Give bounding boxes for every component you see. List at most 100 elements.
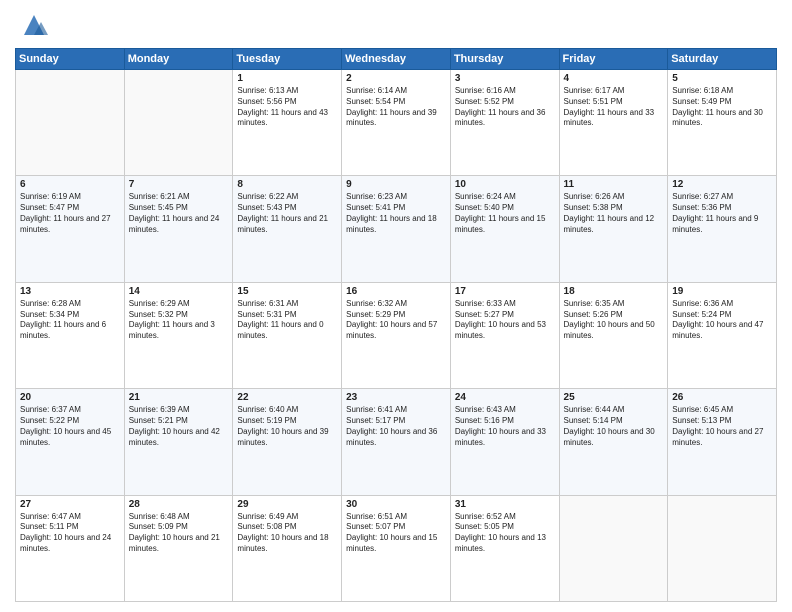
day-cell: 28 Sunrise: 6:48 AM Sunset: 5:09 PM Dayli… — [124, 495, 233, 601]
day-number: 30 — [346, 499, 446, 510]
weekday-friday: Friday — [559, 49, 668, 70]
day-info: Sunrise: 6:33 AM Sunset: 5:27 PM Dayligh… — [455, 299, 555, 342]
day-info: Sunrise: 6:47 AM Sunset: 5:11 PM Dayligh… — [20, 512, 120, 555]
day-info: Sunrise: 6:14 AM Sunset: 5:54 PM Dayligh… — [346, 86, 446, 129]
day-cell: 9 Sunrise: 6:23 AM Sunset: 5:41 PM Daylig… — [342, 176, 451, 282]
day-info: Sunrise: 6:48 AM Sunset: 5:09 PM Dayligh… — [129, 512, 229, 555]
day-cell: 1 Sunrise: 6:13 AM Sunset: 5:56 PM Daylig… — [233, 70, 342, 176]
day-info: Sunrise: 6:39 AM Sunset: 5:21 PM Dayligh… — [129, 405, 229, 448]
day-cell: 17 Sunrise: 6:33 AM Sunset: 5:27 PM Dayli… — [450, 282, 559, 388]
day-number: 12 — [672, 179, 772, 190]
day-cell: 19 Sunrise: 6:36 AM Sunset: 5:24 PM Dayli… — [668, 282, 777, 388]
day-cell — [16, 70, 125, 176]
day-cell: 21 Sunrise: 6:39 AM Sunset: 5:21 PM Dayli… — [124, 389, 233, 495]
day-info: Sunrise: 6:31 AM Sunset: 5:31 PM Dayligh… — [237, 299, 337, 342]
day-number: 10 — [455, 179, 555, 190]
day-info: Sunrise: 6:21 AM Sunset: 5:45 PM Dayligh… — [129, 192, 229, 235]
day-info: Sunrise: 6:17 AM Sunset: 5:51 PM Dayligh… — [564, 86, 664, 129]
day-number: 26 — [672, 392, 772, 403]
day-cell: 29 Sunrise: 6:49 AM Sunset: 5:08 PM Dayli… — [233, 495, 342, 601]
day-number: 28 — [129, 499, 229, 510]
day-number: 6 — [20, 179, 120, 190]
day-number: 31 — [455, 499, 555, 510]
day-info: Sunrise: 6:13 AM Sunset: 5:56 PM Dayligh… — [237, 86, 337, 129]
day-info: Sunrise: 6:26 AM Sunset: 5:38 PM Dayligh… — [564, 192, 664, 235]
day-number: 22 — [237, 392, 337, 403]
day-cell: 7Sunrise: 6:21 AM Sunset: 5:45 PM Daylig… — [124, 176, 233, 282]
day-info: Sunrise: 6:27 AM Sunset: 5:36 PM Dayligh… — [672, 192, 772, 235]
day-info: Sunrise: 6:16 AM Sunset: 5:52 PM Dayligh… — [455, 86, 555, 129]
calendar-table: SundayMondayTuesdayWednesdayThursdayFrid… — [15, 48, 777, 602]
day-number: 13 — [20, 286, 120, 297]
day-cell: 22Sunrise: 6:40 AM Sunset: 5:19 PM Dayli… — [233, 389, 342, 495]
day-number: 18 — [564, 286, 664, 297]
logo-icon — [19, 10, 49, 40]
weekday-thursday: Thursday — [450, 49, 559, 70]
day-number: 8 — [237, 179, 337, 190]
day-info: Sunrise: 6:19 AM Sunset: 5:47 PM Dayligh… — [20, 192, 120, 235]
day-info: Sunrise: 6:35 AM Sunset: 5:26 PM Dayligh… — [564, 299, 664, 342]
day-number: 9 — [346, 179, 446, 190]
day-info: Sunrise: 6:45 AM Sunset: 5:13 PM Dayligh… — [672, 405, 772, 448]
day-cell: 13 Sunrise: 6:28 AM Sunset: 5:34 PM Dayli… — [16, 282, 125, 388]
day-info: Sunrise: 6:28 AM Sunset: 5:34 PM Dayligh… — [20, 299, 120, 342]
day-cell: 27 Sunrise: 6:47 AM Sunset: 5:11 PM Dayli… — [16, 495, 125, 601]
day-number: 16 — [346, 286, 446, 297]
day-cell: 25 Sunrise: 6:44 AM Sunset: 5:14 PM Dayli… — [559, 389, 668, 495]
day-cell: 11Sunrise: 6:26 AM Sunset: 5:38 PM Dayli… — [559, 176, 668, 282]
day-info: Sunrise: 6:51 AM Sunset: 5:07 PM Dayligh… — [346, 512, 446, 555]
day-cell: 14 Sunrise: 6:29 AM Sunset: 5:32 PM Dayli… — [124, 282, 233, 388]
day-cell: 15 Sunrise: 6:31 AM Sunset: 5:31 PM Dayli… — [233, 282, 342, 388]
day-cell: 2 Sunrise: 6:14 AM Sunset: 5:54 PM Daylig… — [342, 70, 451, 176]
week-row-2: 6 Sunrise: 6:19 AM Sunset: 5:47 PM Daylig… — [16, 176, 777, 282]
week-row-5: 27 Sunrise: 6:47 AM Sunset: 5:11 PM Dayli… — [16, 495, 777, 601]
day-cell: 24 Sunrise: 6:43 AM Sunset: 5:16 PM Dayli… — [450, 389, 559, 495]
day-cell: 23Sunrise: 6:41 AM Sunset: 5:17 PM Dayli… — [342, 389, 451, 495]
day-number: 15 — [237, 286, 337, 297]
day-info: Sunrise: 6:41 AM Sunset: 5:17 PM Dayligh… — [346, 405, 446, 448]
day-cell: 5Sunrise: 6:18 AM Sunset: 5:49 PM Daylig… — [668, 70, 777, 176]
day-cell: 8Sunrise: 6:22 AM Sunset: 5:43 PM Daylig… — [233, 176, 342, 282]
day-cell: 3 Sunrise: 6:16 AM Sunset: 5:52 PM Daylig… — [450, 70, 559, 176]
day-cell: 26 Sunrise: 6:45 AM Sunset: 5:13 PM Dayli… — [668, 389, 777, 495]
day-number: 27 — [20, 499, 120, 510]
day-cell: 18 Sunrise: 6:35 AM Sunset: 5:26 PM Dayli… — [559, 282, 668, 388]
day-info: Sunrise: 6:29 AM Sunset: 5:32 PM Dayligh… — [129, 299, 229, 342]
day-info: Sunrise: 6:44 AM Sunset: 5:14 PM Dayligh… — [564, 405, 664, 448]
day-number: 1 — [237, 73, 337, 84]
day-cell: 30 Sunrise: 6:51 AM Sunset: 5:07 PM Dayli… — [342, 495, 451, 601]
day-cell — [559, 495, 668, 601]
day-number: 29 — [237, 499, 337, 510]
day-cell: 10 Sunrise: 6:24 AM Sunset: 5:40 PM Dayli… — [450, 176, 559, 282]
day-cell: 20Sunrise: 6:37 AM Sunset: 5:22 PM Dayli… — [16, 389, 125, 495]
day-info: Sunrise: 6:24 AM Sunset: 5:40 PM Dayligh… — [455, 192, 555, 235]
weekday-monday: Monday — [124, 49, 233, 70]
day-number: 19 — [672, 286, 772, 297]
day-cell: 16 Sunrise: 6:32 AM Sunset: 5:29 PM Dayli… — [342, 282, 451, 388]
day-number: 24 — [455, 392, 555, 403]
weekday-sunday: Sunday — [16, 49, 125, 70]
day-info: Sunrise: 6:36 AM Sunset: 5:24 PM Dayligh… — [672, 299, 772, 342]
page: SundayMondayTuesdayWednesdayThursdayFrid… — [0, 0, 792, 612]
week-row-4: 20Sunrise: 6:37 AM Sunset: 5:22 PM Dayli… — [16, 389, 777, 495]
day-number: 3 — [455, 73, 555, 84]
day-info: Sunrise: 6:18 AM Sunset: 5:49 PM Dayligh… — [672, 86, 772, 129]
day-cell: 12 Sunrise: 6:27 AM Sunset: 5:36 PM Dayli… — [668, 176, 777, 282]
weekday-saturday: Saturday — [668, 49, 777, 70]
day-info: Sunrise: 6:32 AM Sunset: 5:29 PM Dayligh… — [346, 299, 446, 342]
weekday-tuesday: Tuesday — [233, 49, 342, 70]
day-number: 4 — [564, 73, 664, 84]
day-info: Sunrise: 6:23 AM Sunset: 5:41 PM Dayligh… — [346, 192, 446, 235]
day-number: 14 — [129, 286, 229, 297]
header — [15, 10, 777, 40]
day-info: Sunrise: 6:49 AM Sunset: 5:08 PM Dayligh… — [237, 512, 337, 555]
weekday-wednesday: Wednesday — [342, 49, 451, 70]
day-info: Sunrise: 6:37 AM Sunset: 5:22 PM Dayligh… — [20, 405, 120, 448]
day-info: Sunrise: 6:43 AM Sunset: 5:16 PM Dayligh… — [455, 405, 555, 448]
day-number: 17 — [455, 286, 555, 297]
week-row-1: 1 Sunrise: 6:13 AM Sunset: 5:56 PM Daylig… — [16, 70, 777, 176]
day-cell — [124, 70, 233, 176]
day-number: 21 — [129, 392, 229, 403]
day-number: 25 — [564, 392, 664, 403]
day-number: 2 — [346, 73, 446, 84]
